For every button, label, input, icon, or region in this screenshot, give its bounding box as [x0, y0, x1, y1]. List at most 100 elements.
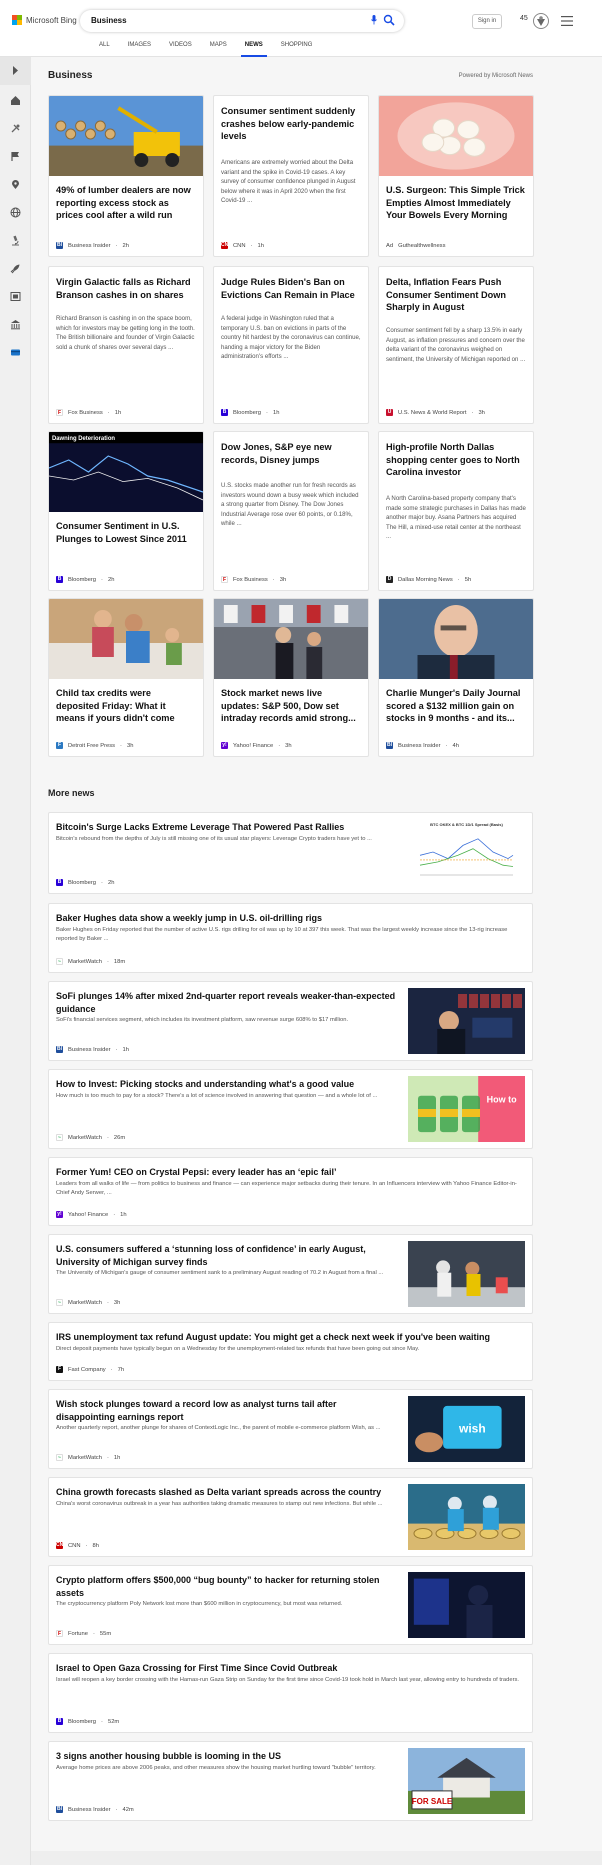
card-headline[interactable]: Virgin Galactic falls as Richard Branson…	[56, 276, 196, 301]
article-source[interactable]: ~ MarketWatch · 26m	[56, 1134, 125, 1141]
news-headline[interactable]: Former Yum! CEO on Crystal Pepsi: every …	[56, 1166, 525, 1179]
news-thumbnail[interactable]	[408, 1241, 525, 1307]
card-image[interactable]	[49, 96, 203, 176]
news-headline[interactable]: Bitcoin's Surge Lacks Extreme Leverage T…	[56, 821, 397, 834]
article-source[interactable]: y! Yahoo! Finance · 3h	[221, 742, 292, 749]
card-headline[interactable]: 49% of lumber dealers are now reporting …	[56, 184, 196, 222]
news-headline[interactable]: U.S. consumers suffered a ‘stunning loss…	[56, 1243, 397, 1268]
news-list-item[interactable]: Bitcoin's Surge Lacks Extreme Leverage T…	[48, 812, 533, 894]
article-source[interactable]: B Bloomberg · 2h	[56, 879, 114, 886]
search-box[interactable]: Business	[80, 10, 404, 32]
news-list-item[interactable]: Baker Hughes data show a weekly jump in …	[48, 903, 533, 973]
news-thumbnail[interactable]	[408, 1572, 525, 1638]
rewards-points[interactable]: 45	[520, 15, 528, 22]
article-source[interactable]: B Bloomberg · 1h	[221, 409, 279, 416]
news-headline[interactable]: IRS unemployment tax refund August updat…	[56, 1331, 525, 1344]
article-source[interactable]: BI Business Insider · 4h	[386, 742, 459, 749]
news-card[interactable]: 49% of lumber dealers are now reporting …	[48, 95, 204, 257]
article-source[interactable]: F Fox Business · 3h	[221, 576, 286, 583]
microscope-icon[interactable]	[10, 235, 21, 246]
news-list-item[interactable]: Crypto platform offers $500,000 “bug bou…	[48, 1565, 533, 1645]
news-list-item[interactable]: How to Invest: Picking stocks and unders…	[48, 1069, 533, 1149]
lumber-image[interactable]	[49, 96, 203, 176]
news-headline[interactable]: China growth forecasts slashed as Delta …	[56, 1486, 397, 1499]
news-list-item[interactable]: SoFi plunges 14% after mixed 2nd-quarter…	[48, 981, 533, 1061]
news-card[interactable]: Delta, Inflation Fears Push Consumer Sen…	[378, 266, 534, 424]
news-headline[interactable]: Wish stock plunges toward a record low a…	[56, 1398, 397, 1423]
microphone-icon[interactable]	[371, 15, 377, 25]
home-icon[interactable]	[10, 95, 21, 106]
eggs-image[interactable]	[379, 96, 533, 176]
tab-maps[interactable]: MAPS	[201, 40, 236, 57]
card-image[interactable]	[379, 599, 533, 679]
tab-news[interactable]: NEWS	[236, 40, 272, 57]
news-thumbnail[interactable]: BTC OKEX & BTC 1D/1 Spread (Basis)	[408, 819, 525, 885]
location-icon[interactable]	[10, 179, 21, 190]
card-headline[interactable]: Dow Jones, S&P eye new records, Disney j…	[221, 441, 361, 466]
news-list-item[interactable]: U.S. consumers suffered a ‘stunning loss…	[48, 1234, 533, 1314]
wish-image[interactable]: wish	[408, 1396, 525, 1462]
bank-icon[interactable]	[10, 319, 21, 330]
bing-logo[interactable]: Microsoft Bing	[12, 15, 77, 25]
news-card[interactable]: U.S. Surgeon: This Simple Trick Empties …	[378, 95, 534, 257]
sidebar-expand-button[interactable]	[0, 57, 31, 85]
article-source[interactable]: F Fox Business · 1h	[56, 409, 121, 416]
article-source[interactable]: U U.S. News & World Report · 3h	[386, 409, 485, 416]
chart-image[interactable]: Dawning Deterioration	[49, 432, 203, 512]
invest-image[interactable]: How to	[408, 1076, 525, 1142]
ppe-image[interactable]	[408, 1484, 525, 1550]
article-source[interactable]: B Bloomberg · 2h	[56, 576, 114, 583]
hamburger-menu-icon[interactable]	[561, 16, 573, 26]
news-headline[interactable]: Baker Hughes data show a weekly jump in …	[56, 912, 525, 925]
news-thumbnail[interactable]	[408, 1484, 525, 1550]
family-image[interactable]	[49, 599, 203, 679]
news-card[interactable]: Stock market news live updates: S&P 500,…	[213, 598, 369, 757]
tab-images[interactable]: IMAGES	[119, 40, 160, 57]
article-source[interactable]: F Fast Company · 7h	[56, 1366, 124, 1373]
flag-icon[interactable]	[10, 151, 21, 162]
news-list-item[interactable]: 3 signs another housing bubble is loomin…	[48, 1741, 533, 1821]
rewards-icon[interactable]	[532, 12, 550, 30]
house-image[interactable]: FOR SALE	[408, 1748, 525, 1814]
news-list-item[interactable]: Israel to Open Gaza Crossing for First T…	[48, 1653, 533, 1733]
tools-icon[interactable]	[10, 123, 21, 134]
card-headline[interactable]: High-profile North Dallas shopping cente…	[386, 441, 526, 479]
sign-in-button[interactable]: Sign in	[472, 14, 502, 29]
search-input[interactable]: Business	[91, 16, 127, 25]
munger-image[interactable]	[379, 599, 533, 679]
shoppers-image[interactable]	[408, 1241, 525, 1307]
news-headline[interactable]: 3 signs another housing bubble is loomin…	[56, 1750, 397, 1763]
article-source[interactable]: ~ MarketWatch · 1h	[56, 1454, 120, 1461]
globe-icon[interactable]	[10, 207, 21, 218]
tab-videos[interactable]: VIDEOS	[160, 40, 201, 57]
article-source[interactable]: BI Business Insider · 2h	[56, 242, 129, 249]
card-headline[interactable]: U.S. Surgeon: This Simple Trick Empties …	[386, 184, 526, 222]
article-source[interactable]: BI Business Insider · 42m	[56, 1806, 134, 1813]
news-list-item[interactable]: Former Yum! CEO on Crystal Pepsi: every …	[48, 1157, 533, 1226]
article-source[interactable]: BI Business Insider · 1h	[56, 1046, 129, 1053]
card-headline[interactable]: Child tax credits were deposited Friday:…	[56, 687, 196, 725]
article-source[interactable]: F Fortune · 55m	[56, 1630, 111, 1637]
trader-image[interactable]	[408, 988, 525, 1054]
news-card[interactable]: High-profile North Dallas shopping cente…	[378, 431, 534, 591]
news-card[interactable]: Consumer sentiment suddenly crashes belo…	[213, 95, 369, 257]
card-icon[interactable]	[10, 347, 21, 358]
news-headline[interactable]: SoFi plunges 14% after mixed 2nd-quarter…	[56, 990, 397, 1015]
article-source[interactable]: Ad Guthealthwellness	[386, 243, 445, 249]
btcchart-image[interactable]: BTC OKEX & BTC 1D/1 Spread (Basis)	[408, 819, 525, 885]
news-headline[interactable]: Israel to Open Gaza Crossing for First T…	[56, 1662, 525, 1675]
search-icon[interactable]	[383, 14, 395, 26]
card-image[interactable]	[214, 599, 368, 679]
news-thumbnail[interactable]: FOR SALE	[408, 1748, 525, 1814]
news-headline[interactable]: How to Invest: Picking stocks and unders…	[56, 1078, 397, 1091]
news-card[interactable]: Child tax credits were deposited Friday:…	[48, 598, 204, 757]
article-source[interactable]: ~ MarketWatch · 18m	[56, 958, 125, 965]
article-source[interactable]: D Dallas Morning News · 5h	[386, 576, 471, 583]
news-thumbnail[interactable]: How to	[408, 1076, 525, 1142]
article-source[interactable]: CNN CNN · 8h	[56, 1542, 99, 1549]
hacker-image[interactable]	[408, 1572, 525, 1638]
news-list-item[interactable]: Wish stock plunges toward a record low a…	[48, 1389, 533, 1469]
news-card[interactable]: Virgin Galactic falls as Richard Branson…	[48, 266, 204, 424]
card-headline[interactable]: Stock market news live updates: S&P 500,…	[221, 687, 361, 725]
article-source[interactable]: F Detroit Free Press · 3h	[56, 742, 133, 749]
